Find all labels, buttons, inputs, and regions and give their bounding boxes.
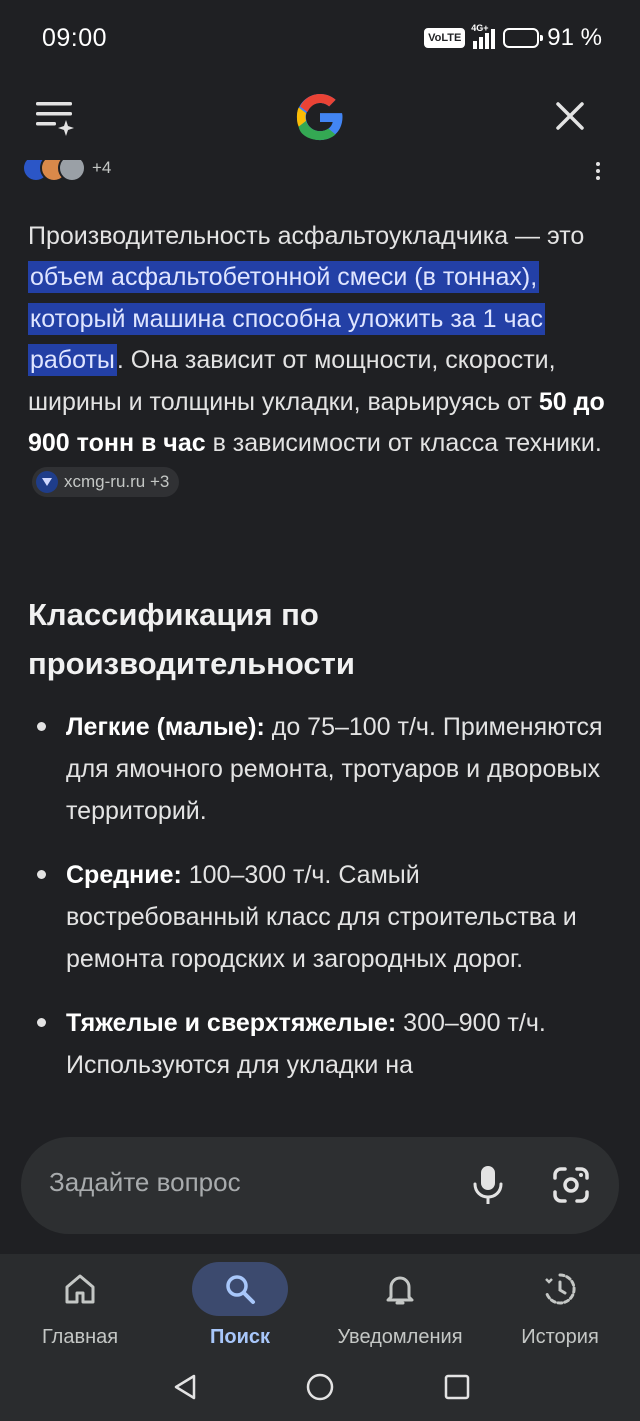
ask-input[interactable] bbox=[49, 1167, 429, 1198]
nav-notifications[interactable]: Уведомления bbox=[320, 1262, 480, 1358]
more-options-button[interactable] bbox=[594, 162, 602, 182]
signal-icon: 4G+ bbox=[471, 23, 496, 49]
volte-icon: VoLTE bbox=[424, 28, 466, 48]
close-icon bbox=[556, 102, 584, 130]
status-bar: 09:00 VoLTE 4G+ 91 % bbox=[0, 0, 640, 78]
nav-search-label: Поиск bbox=[209, 1326, 271, 1348]
source-avatar bbox=[58, 160, 86, 182]
system-home-button[interactable] bbox=[304, 1371, 336, 1403]
home-icon bbox=[65, 1274, 95, 1304]
search-icon bbox=[226, 1275, 255, 1304]
ai-answer-content: +4 Производительность асфальтоукладчика … bbox=[0, 160, 640, 1136]
battery-percent: 91 % bbox=[547, 24, 602, 51]
back-triangle-icon bbox=[174, 1374, 196, 1400]
camera-lens-icon bbox=[553, 1167, 589, 1203]
source-chip[interactable]: xcmg-ru.ru +3 bbox=[32, 467, 180, 498]
list-item: Тяжелые и сверхтяжелые: 300–900 т/ч. Исп… bbox=[28, 1002, 618, 1086]
top-app-bar bbox=[0, 78, 640, 160]
bell-icon bbox=[386, 1276, 414, 1305]
ask-bar bbox=[21, 1137, 619, 1234]
recents-square-icon bbox=[444, 1374, 470, 1400]
home-circle-icon bbox=[306, 1373, 334, 1401]
nav-history[interactable]: История bbox=[480, 1262, 640, 1358]
microphone-icon bbox=[473, 1166, 503, 1204]
voice-search-button[interactable] bbox=[471, 1163, 505, 1207]
nav-home[interactable]: Главная bbox=[0, 1262, 160, 1358]
source-avatars[interactable]: +4 bbox=[22, 160, 111, 182]
sources-more-count: +4 bbox=[92, 160, 112, 177]
classification-list: Легкие (малые): до 75–100 т/ч. Применяют… bbox=[28, 706, 618, 1108]
status-icons: VoLTE 4G+ 91 % bbox=[424, 23, 602, 52]
list-item: Легкие (малые): до 75–100 т/ч. Применяют… bbox=[28, 706, 618, 832]
answer-paragraph: Производительность асфальтоукладчика — э… bbox=[28, 216, 608, 506]
nav-search[interactable]: Поиск bbox=[160, 1262, 320, 1358]
system-navigation-bar bbox=[0, 1362, 640, 1421]
list-item: Средние: 100–300 т/ч. Самый востребованн… bbox=[28, 854, 618, 980]
system-back-button[interactable] bbox=[170, 1372, 200, 1402]
source-shield-icon bbox=[36, 471, 58, 494]
section-heading: Классификация по производительности bbox=[28, 597, 355, 681]
nav-home-label: Главная bbox=[41, 1326, 119, 1348]
nav-history-label: История bbox=[521, 1326, 599, 1348]
history-icon bbox=[545, 1273, 576, 1305]
menu-sparkle-icon bbox=[36, 102, 74, 136]
google-logo-icon bbox=[293, 90, 347, 144]
bottom-navigation: Главная Поиск Уведомления История bbox=[0, 1254, 640, 1362]
nav-notifications-label: Уведомления bbox=[337, 1326, 463, 1348]
system-recents-button[interactable] bbox=[442, 1372, 472, 1402]
google-lens-button[interactable] bbox=[551, 1165, 591, 1205]
status-time: 09:00 bbox=[42, 24, 108, 52]
close-button[interactable] bbox=[548, 94, 592, 138]
menu-sparkle-button[interactable] bbox=[32, 98, 80, 138]
battery-icon bbox=[503, 28, 544, 48]
